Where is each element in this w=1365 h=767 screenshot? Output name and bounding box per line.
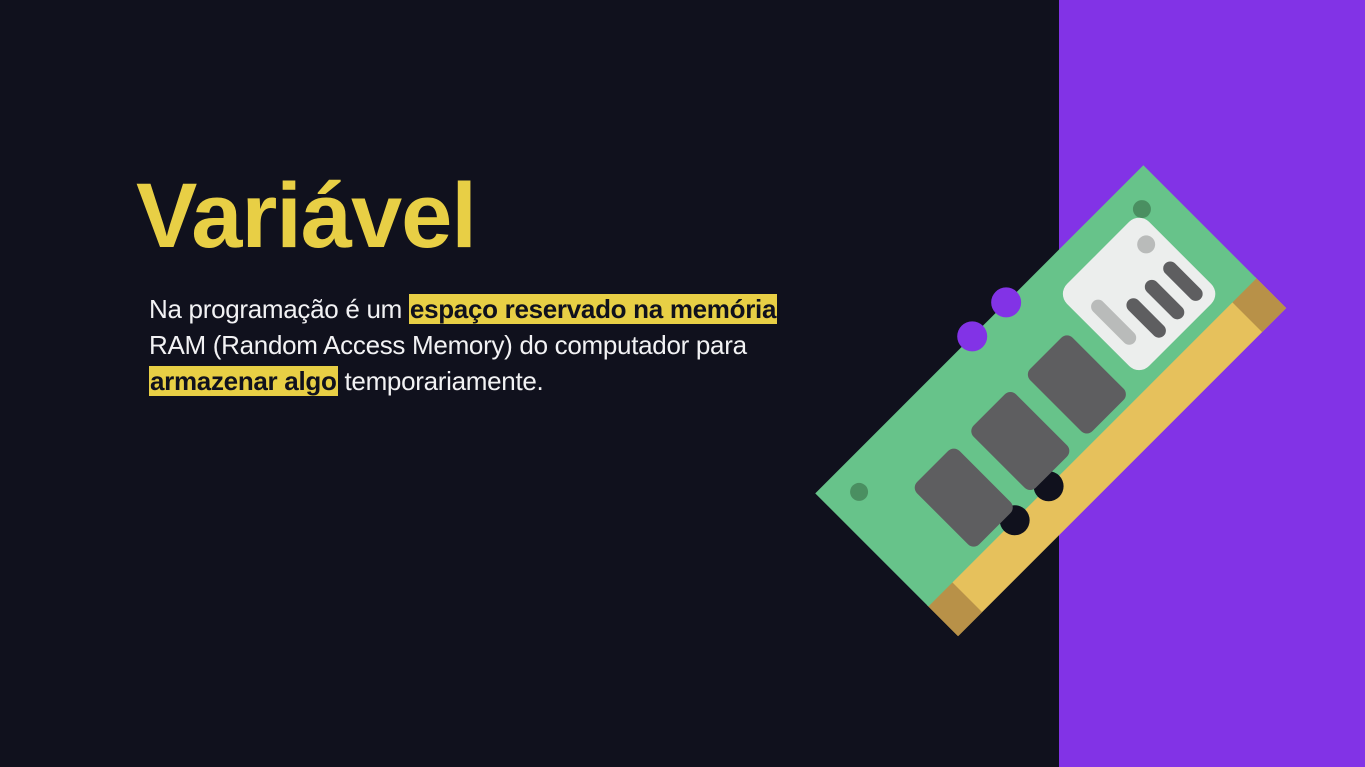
slide-body-text: Na programação é um espaço reservado na …	[149, 291, 849, 399]
highlight-store-something: armazenar algo	[149, 366, 338, 396]
body-text-part-3: temporariamente.	[337, 366, 544, 396]
body-text-part-2: RAM (Random Access Memory) do computador…	[149, 330, 747, 360]
body-text-part-1: Na programação é um	[149, 294, 409, 324]
ram-memory-module-icon	[815, 165, 1287, 637]
slide-title: Variável	[136, 165, 477, 267]
highlight-memory-space: espaço reservado na memória	[408, 294, 778, 324]
slide: Variável Na programação é um espaço rese…	[0, 0, 1365, 767]
